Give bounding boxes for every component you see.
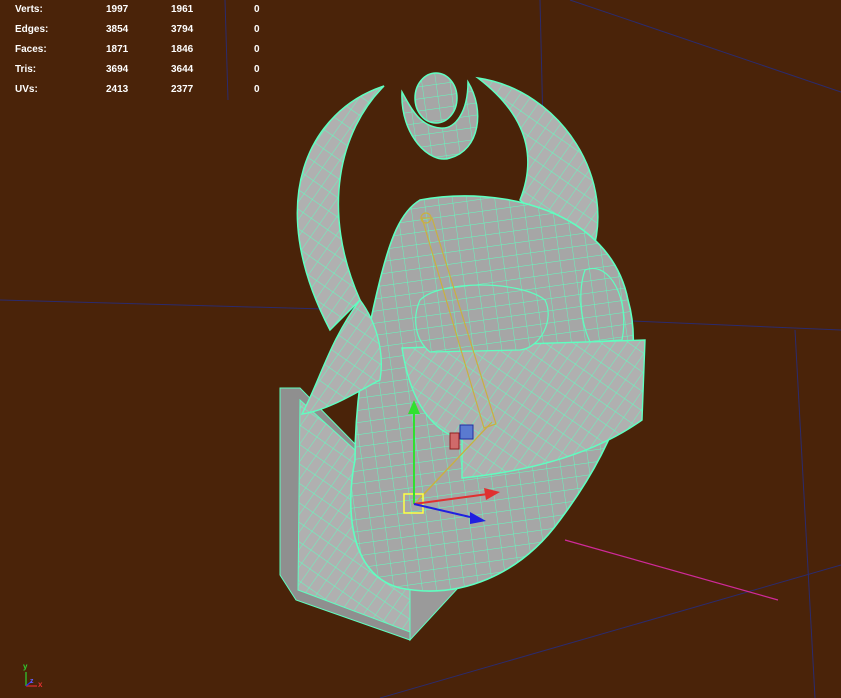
hud-value: 1871 — [106, 44, 129, 55]
hud-value: 2413 — [106, 84, 129, 95]
top-ornament[interactable] — [401, 72, 479, 160]
hud-value: 1997 — [106, 4, 129, 15]
hud-label: Faces: — [15, 44, 47, 55]
hud-row-tris: Tris: 3694 3644 0 — [0, 60, 300, 80]
hud-label: UVs: — [15, 84, 38, 95]
poly-count-hud: Verts: 1997 1961 0 Edges: 3854 3794 0 Fa… — [0, 0, 300, 100]
hud-value: 3794 — [171, 24, 194, 35]
hud-value: 0 — [254, 24, 260, 35]
eye-bump[interactable] — [415, 284, 549, 353]
hud-value: 0 — [254, 64, 260, 75]
hud-value: 0 — [254, 44, 260, 55]
hud-row-faces: Faces: 1871 1846 0 — [0, 40, 300, 60]
viewport-3d[interactable]: Verts: 1997 1961 0 Edges: 3854 3794 0 Fa… — [0, 0, 841, 698]
hud-row-edges: Edges: 3854 3794 0 — [0, 20, 300, 40]
hud-row-verts: Verts: 1997 1961 0 — [0, 0, 300, 20]
hud-value: 0 — [254, 4, 260, 15]
hud-value: 2377 — [171, 84, 194, 95]
hud-row-uvs: UVs: 2413 2377 0 — [0, 80, 300, 100]
scene-canvas[interactable] — [0, 0, 841, 698]
hud-value: 1846 — [171, 44, 194, 55]
hud-value: 0 — [254, 84, 260, 95]
light-direction-line — [564, 539, 779, 601]
hud-value: 3694 — [106, 64, 129, 75]
axis-label-x: x — [38, 680, 43, 689]
axis-label-z: z — [30, 678, 34, 685]
hud-label: Edges: — [15, 24, 49, 35]
axis-label-y: y — [23, 662, 28, 671]
hud-label: Verts: — [15, 4, 43, 15]
left-horn[interactable] — [296, 85, 385, 332]
hud-value: 3644 — [171, 64, 194, 75]
hud-value: 3854 — [106, 24, 129, 35]
hud-label: Tris: — [15, 64, 37, 75]
hud-value: 1961 — [171, 4, 194, 15]
